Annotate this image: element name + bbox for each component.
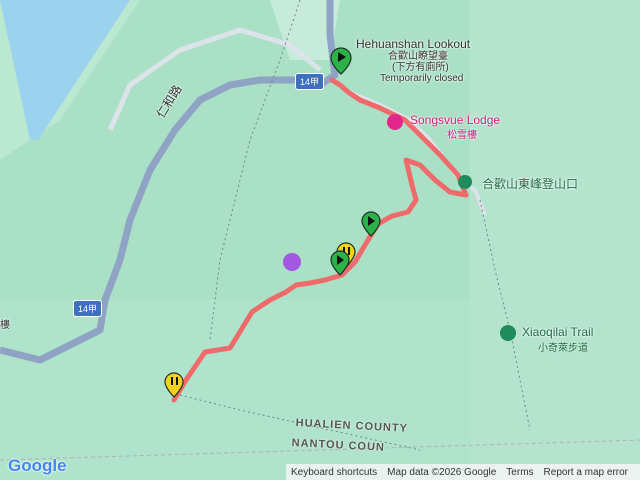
lodge-name[interactable]: Songsvue Lodge [410, 113, 500, 127]
xiaoqilai-trail-marker-icon[interactable] [500, 325, 516, 341]
route-shield-west: 14甲 [73, 300, 103, 317]
trailhead-name[interactable]: 合歡山東峰登山口 [482, 175, 578, 192]
keyboard-shortcuts-link[interactable]: Keyboard shortcuts [286, 467, 382, 478]
lookout-status: Temporarily closed [380, 73, 464, 84]
lookout-note: (下方有廁所) [392, 62, 449, 73]
google-logo: Google [8, 456, 67, 476]
logo-text: Google [8, 456, 67, 475]
lodge-marker-icon[interactable] [387, 114, 403, 130]
lodge-name-zh: 松雪樓 [447, 130, 477, 141]
report-error-link[interactable]: Report a map error [539, 467, 633, 478]
map-data-text: Map data ©2026 Google [387, 466, 497, 478]
map-canvas[interactable]: Hehuanshan Lookout 合歡山瞭望臺 (下方有廁所) Tempor… [0, 0, 640, 480]
xiaoqilai-name-zh: 小奇萊步道 [538, 343, 588, 354]
edge-label: 樓 [0, 320, 10, 331]
lookout-name[interactable]: Hehuanshan Lookout [356, 37, 470, 51]
attribution-bar: Keyboard shortcuts Map data ©2026 Google… [286, 464, 640, 480]
castle-marker-icon[interactable] [283, 253, 301, 271]
terrain-layer [0, 0, 640, 480]
route-shield-top: 14甲 [295, 73, 325, 90]
trailhead-marker-icon[interactable] [458, 175, 472, 189]
lookout-name-zh: 合歡山瞭望臺 [388, 51, 448, 62]
xiaoqilai-name[interactable]: Xiaoqilai Trail [522, 325, 593, 339]
terms-link[interactable]: Terms [501, 467, 538, 478]
